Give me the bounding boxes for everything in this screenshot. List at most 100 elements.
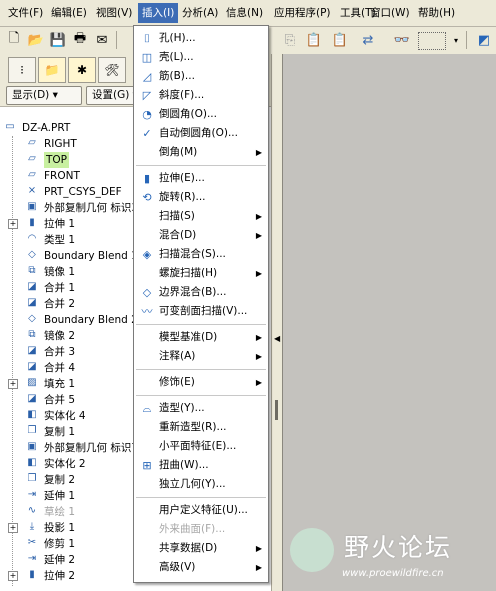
- menu-separator: [136, 324, 266, 325]
- expand-icon[interactable]: +: [8, 379, 18, 389]
- menu-item-label: 边界混合(B)...: [159, 286, 227, 298]
- var-sweep-icon: 〰: [141, 305, 153, 318]
- chevron-down-icon[interactable]: ▾: [446, 30, 466, 50]
- menu-item[interactable]: ▮ 拉伸(E)...: [134, 169, 268, 188]
- tree-item-label: Boundary Blend 2: [44, 314, 138, 326]
- expand-icon[interactable]: +: [8, 571, 18, 581]
- menu-item-label: 造型(Y)...: [159, 402, 205, 414]
- expand-icon[interactable]: +: [8, 523, 18, 533]
- submenu-arrow-icon: ▶: [255, 563, 262, 572]
- tree-item-label: 拉伸 1: [44, 218, 76, 230]
- menu-item[interactable]: 修饰(E) ▶: [134, 373, 268, 392]
- menu-item[interactable]: ◫ 壳(L)...: [134, 48, 268, 67]
- folder-browser-tab[interactable]: 📁: [38, 57, 66, 83]
- menu-item[interactable]: ◇ 边界混合(B)...: [134, 283, 268, 302]
- view-icon[interactable]: ◩: [474, 30, 494, 50]
- menu-item-6[interactable]: 应用程序(P): [270, 3, 335, 23]
- menu-item[interactable]: ◔ 倒圆角(O)...: [134, 105, 268, 124]
- menu-item[interactable]: 扫描(S) ▶: [134, 207, 268, 226]
- menu-insert[interactable]: 插入(I): [138, 3, 179, 23]
- menu-separator: [136, 165, 266, 166]
- menu-item[interactable]: 共享数据(D) ▶: [134, 539, 268, 558]
- selection-box-icon[interactable]: [418, 32, 446, 50]
- regenerate-icon[interactable]: ⇄: [358, 30, 378, 50]
- menu-item-5[interactable]: 信息(N): [222, 3, 267, 23]
- tree-item-label: 拉伸 2: [44, 570, 76, 582]
- tree-item-label: 外部复制几何 标识7: [44, 442, 139, 454]
- tools-icon: 🛠: [104, 63, 120, 77]
- tree-connector-line: [12, 136, 13, 586]
- tree-item-label: 合并 3: [44, 346, 76, 358]
- menu-item[interactable]: 螺旋扫描(H) ▶: [134, 264, 268, 283]
- merge-icon: ◪: [27, 345, 37, 356]
- menu-item[interactable]: ⌷ 孔(H)...: [134, 29, 268, 48]
- merge-icon: ◪: [27, 393, 37, 404]
- mirror-icon: ⧉: [28, 265, 36, 276]
- menu-item-label: 孔(H)...: [159, 32, 196, 44]
- submenu-arrow-icon: ▶: [255, 378, 262, 387]
- menu-item-label: 模型基准(D): [159, 331, 218, 343]
- save-icon[interactable]: 💾: [48, 30, 68, 50]
- menu-item-label: 倒圆角(O)...: [159, 108, 217, 120]
- graphics-area[interactable]: [282, 54, 496, 591]
- menu-item[interactable]: ◈ 扫描混合(S)...: [134, 245, 268, 264]
- menu-item[interactable]: ✓ 自动倒圆角(O)...: [134, 124, 268, 143]
- display-dropdown[interactable]: 显示(D) ▾: [6, 86, 82, 105]
- menu-item-8[interactable]: 窗口(W): [366, 3, 414, 23]
- menu-item[interactable]: 重新造型(R)...: [134, 418, 268, 437]
- submenu-arrow-icon: ▶: [255, 269, 262, 278]
- tree-item-label: 合并 2: [44, 298, 76, 310]
- connections-tab[interactable]: 🛠: [98, 57, 126, 83]
- datum-plane-icon: ▱: [28, 153, 36, 164]
- menu-item[interactable]: 倒角(M) ▶: [134, 143, 268, 162]
- menu-item-4[interactable]: 分析(A): [178, 3, 222, 23]
- tree-item-label: 延伸 2: [44, 554, 76, 566]
- menu-item-9[interactable]: 帮助(H): [414, 3, 459, 23]
- menu-item-0[interactable]: 文件(F): [4, 3, 47, 23]
- merge-icon: ◪: [27, 297, 37, 308]
- menu-item-2[interactable]: 视图(V): [92, 3, 136, 23]
- collapse-arrow-icon[interactable]: ◀: [274, 334, 280, 343]
- menu-item-label: 修饰(E): [159, 376, 195, 388]
- open-folder-icon[interactable]: 📂: [26, 30, 46, 50]
- menu-item-1[interactable]: 编辑(E): [47, 3, 91, 23]
- menu-item[interactable]: 高级(V) ▶: [134, 558, 268, 577]
- menu-item-label: 螺旋扫描(H): [159, 267, 218, 279]
- menu-item[interactable]: 混合(D) ▶: [134, 226, 268, 245]
- splitter-grip[interactable]: [275, 400, 278, 420]
- expand-icon[interactable]: +: [8, 219, 18, 229]
- csys-icon: ⨯: [27, 185, 37, 196]
- submenu-arrow-icon: ▶: [255, 148, 262, 157]
- favorites-tab[interactable]: ✱: [68, 57, 96, 83]
- menu-item[interactable]: ◸ 斜度(F)...: [134, 86, 268, 105]
- menu-item[interactable]: ⊞ 扭曲(W)...: [134, 456, 268, 475]
- copy-icon[interactable]: ⎘: [280, 30, 300, 50]
- extrude-icon: ▮: [29, 217, 35, 228]
- menu-item[interactable]: 注释(A) ▶: [134, 347, 268, 366]
- menu-item-label: 用户定义特征(U)...: [159, 504, 248, 516]
- copy-geom-icon: ▣: [27, 441, 37, 452]
- menu-item[interactable]: 模型基准(D) ▶: [134, 328, 268, 347]
- menu-item-label: 高级(V): [159, 561, 196, 573]
- tree-item-label: 外部复制几何 标识3: [44, 202, 139, 214]
- menu-item[interactable]: ◿ 筋(B)...: [134, 67, 268, 86]
- email-icon[interactable]: ✉: [92, 30, 112, 50]
- menu-item-label: 自动倒圆角(O)...: [159, 127, 238, 139]
- menu-item-label: 扭曲(W)...: [159, 459, 209, 471]
- menu-item[interactable]: 小平面特征(E)...: [134, 437, 268, 456]
- paste-icon[interactable]: 📋: [304, 30, 324, 50]
- menu-item[interactable]: ⌓ 造型(Y)...: [134, 399, 268, 418]
- menu-item[interactable]: 独立几何(Y)...: [134, 475, 268, 494]
- sketch-icon: ∿: [27, 505, 37, 516]
- warp-icon: ⊞: [142, 459, 152, 472]
- menu-item-label: 扫描混合(S)...: [159, 248, 226, 260]
- menu-item[interactable]: ⟲ 旋转(R)...: [134, 188, 268, 207]
- find-icon[interactable]: 👓: [392, 30, 412, 50]
- menu-item[interactable]: 〰可变剖面扫描(V)...: [134, 302, 268, 321]
- tree-item-label: 镜像 2: [44, 330, 76, 342]
- new-file-icon[interactable]: 🗋: [4, 30, 24, 50]
- paste-special-icon[interactable]: 📋: [330, 30, 350, 50]
- menu-item[interactable]: 用户定义特征(U)...: [134, 501, 268, 520]
- model-tree-tab[interactable]: ⁝: [8, 57, 36, 83]
- print-icon[interactable]: 🖶: [70, 30, 90, 50]
